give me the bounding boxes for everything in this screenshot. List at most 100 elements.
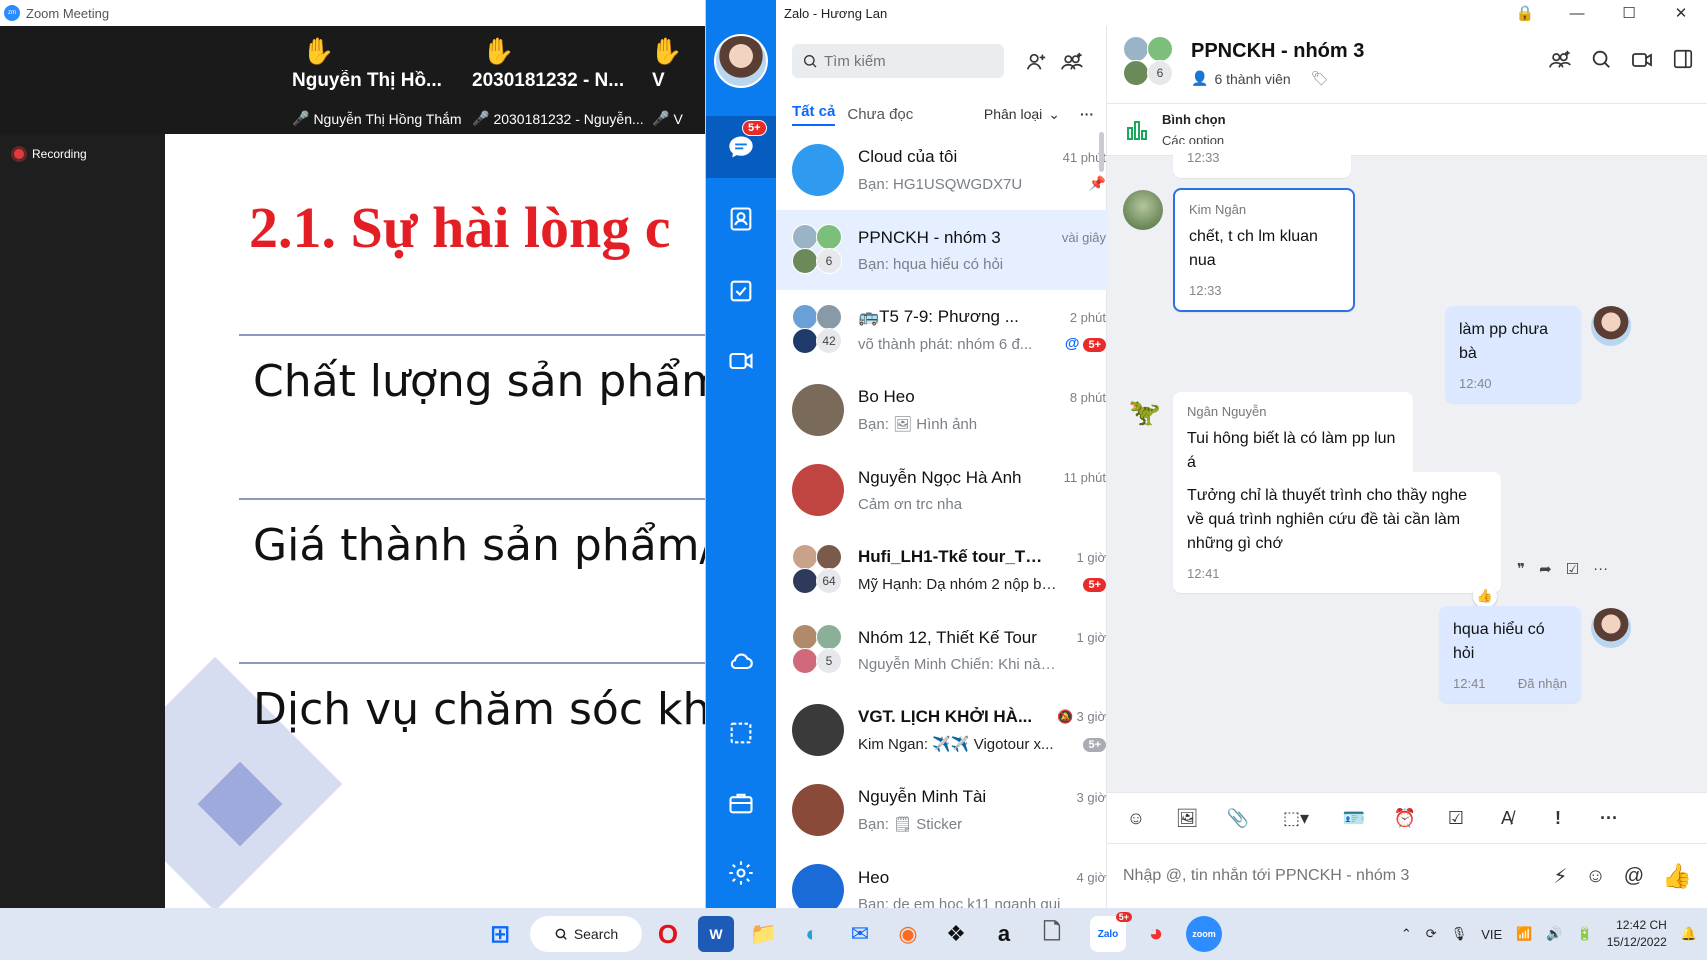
add-member-icon[interactable]: [1548, 48, 1572, 72]
search-box[interactable]: [792, 44, 1004, 78]
task-icon[interactable]: ☑: [1566, 560, 1579, 578]
clock[interactable]: 12:42 CH 15/12/2022: [1607, 917, 1667, 951]
close-button[interactable]: ✕: [1655, 0, 1707, 26]
nav-settings[interactable]: [706, 842, 776, 904]
notification-bell-icon[interactable]: 🔔: [1681, 926, 1697, 942]
chrome-icon[interactable]: ◕: [1138, 916, 1174, 952]
nav-contacts[interactable]: [706, 188, 776, 250]
sync-icon[interactable]: ⟳: [1426, 926, 1437, 942]
nav-video[interactable]: [706, 330, 776, 392]
nav-todo[interactable]: [706, 260, 776, 322]
tab-all[interactable]: Tất cả: [792, 103, 836, 126]
conversation-item[interactable]: Nguyễn Ngọc Hà Anh 11 phút Cảm ơn trc nh…: [776, 450, 1107, 530]
quote-icon[interactable]: ❞: [1517, 560, 1525, 578]
search-input[interactable]: [824, 52, 994, 70]
quick-message-icon[interactable]: ⚡: [1553, 864, 1567, 889]
dropbox-icon[interactable]: ❖: [938, 916, 974, 952]
recording-indicator[interactable]: Recording: [14, 147, 87, 161]
my-avatar[interactable]: [714, 34, 768, 88]
contact-card-icon[interactable]: 🪪: [1339, 803, 1369, 833]
conversation-item[interactable]: 42 🚌T5 7-9: Phương ... 2 phút võ thành p…: [776, 290, 1107, 370]
battery-icon[interactable]: 🔋: [1577, 926, 1593, 942]
format-text-icon[interactable]: A̸: [1492, 803, 1522, 833]
opera-icon[interactable]: O: [650, 916, 686, 952]
language-indicator[interactable]: VIE: [1481, 927, 1502, 942]
conversation-time: 3 giờ: [1076, 709, 1107, 724]
conversation-item[interactable]: 6 PPNCKH - nhóm 3 vài giây Bạn: hqua hiể…: [776, 210, 1107, 290]
document-icon[interactable]: 🗋: [1034, 916, 1070, 952]
message-bubble[interactable]: làm pp chưa bà 12:40: [1445, 306, 1581, 403]
amazon-icon[interactable]: a: [986, 916, 1022, 952]
forward-icon[interactable]: ➦: [1539, 560, 1552, 578]
more-icon[interactable]: ···: [1594, 803, 1624, 833]
edge-icon[interactable]: ◐: [794, 916, 830, 952]
conversation-name: Hufi_LH1-Tkế tour_Th...: [858, 547, 1043, 566]
thumbs-up-icon[interactable]: 👍: [1662, 862, 1692, 891]
more-icon[interactable]: ···: [1080, 106, 1094, 122]
group-avatar[interactable]: 6: [1123, 36, 1175, 88]
reaction-like-icon[interactable]: 👍: [1473, 584, 1497, 608]
conversation-item[interactable]: Bo Heo 8 phút Bạn: 🖼 Hình ảnh: [776, 370, 1107, 450]
tab-unread[interactable]: Chưa đọc: [847, 106, 913, 123]
minimize-button[interactable]: —: [1551, 0, 1603, 26]
zoom-taskbar-icon[interactable]: zoom: [1186, 916, 1222, 952]
screenshot-icon[interactable]: ⬚▾: [1274, 803, 1318, 833]
scrollbar[interactable]: [1099, 132, 1104, 172]
message-bubble[interactable]: hqua hiểu có hỏi 12:41 Đã nhận: [1439, 606, 1581, 703]
add-friend-button[interactable]: [1022, 48, 1050, 76]
message-bubble[interactable]: Tưởng chỉ là thuyết trình cho thầy nghe …: [1173, 472, 1501, 593]
task-icon[interactable]: ☑: [1441, 803, 1471, 833]
my-avatar[interactable]: [1591, 608, 1631, 648]
nav-toolbox[interactable]: [706, 772, 776, 834]
file-explorer-icon[interactable]: 📁: [746, 916, 782, 952]
member-info[interactable]: 👤 6 thành viên 🏷: [1191, 70, 1329, 87]
wifi-icon[interactable]: 📶: [1516, 926, 1532, 942]
chevron-up-icon[interactable]: ⌃: [1401, 926, 1412, 942]
word-icon[interactable]: W: [698, 916, 734, 952]
tag-icon[interactable]: 🏷: [1311, 70, 1329, 87]
sidebar-toggle-icon[interactable]: [1672, 48, 1694, 70]
search-icon[interactable]: [1590, 48, 1612, 70]
conversation-item[interactable]: Cloud của tôi 41 phút Bạn: HG1USQWGDX7U …: [776, 130, 1107, 210]
taskbar-search[interactable]: Search: [530, 916, 642, 952]
participant-tile[interactable]: ✋ V 🎤 V: [650, 26, 705, 134]
my-avatar[interactable]: [1591, 306, 1631, 346]
image-icon[interactable]: 🖼: [1172, 803, 1202, 833]
nav-cloud[interactable]: [706, 630, 776, 692]
conversation-item[interactable]: 5 Nhóm 12, Thiết Kế Tour 1 giờ Nguyễn Mi…: [776, 610, 1107, 690]
volume-icon[interactable]: 🔊: [1546, 926, 1562, 942]
zalo-taskbar-icon[interactable]: Zalo 5+: [1090, 912, 1132, 952]
attachment-icon[interactable]: 📎: [1223, 803, 1253, 833]
priority-icon[interactable]: !: [1543, 803, 1573, 833]
nav-screenshot[interactable]: [706, 702, 776, 764]
maximize-button[interactable]: ☐: [1603, 0, 1655, 26]
conversation-item[interactable]: 64 Hufi_LH1-Tkế tour_Th... 1 giờ Mỹ Hạnh…: [776, 530, 1107, 610]
video-icon: [729, 352, 753, 370]
compose-toolbar: ☺ 🖼 📎 ⬚▾ 🪪 ⏰ ☑ A̸ ! ···: [1107, 792, 1707, 844]
video-call-icon[interactable]: [1630, 48, 1654, 72]
conversation-time: 3 giờ: [1076, 789, 1107, 805]
message-input[interactable]: [1123, 867, 1473, 885]
create-group-button[interactable]: [1058, 48, 1086, 76]
conversation-item[interactable]: Nguyễn Minh Tài 3 giờ Bạn: 🗒 Sticker: [776, 770, 1107, 850]
member-avatar: [792, 648, 818, 674]
more-icon[interactable]: ···: [1593, 560, 1608, 578]
zoom-title: Zoom Meeting: [26, 5, 110, 21]
sticker-icon[interactable]: ☺: [1121, 803, 1151, 833]
lock-icon[interactable]: 🔒: [1499, 0, 1551, 26]
microphone-icon[interactable]: 🎙: [1451, 926, 1468, 942]
participant-tile[interactable]: ✋ Nguyễn Thị Hồ... 🎤 Nguyễn Thị Hồng Thắm: [290, 26, 468, 134]
sender-avatar[interactable]: [1123, 190, 1163, 230]
sender-avatar[interactable]: 🦖: [1125, 392, 1165, 432]
message-bubble[interactable]: Kim Ngân chết, t ch lm kluan nua 12:33: [1173, 188, 1355, 312]
message-bubble[interactable]: 12:33: [1173, 144, 1351, 178]
filter-dropdown[interactable]: Phân loại ⌄ ···: [984, 106, 1094, 123]
participant-tile[interactable]: ✋ 2030181232 - N... 🎤 2030181232 - Nguyễn…: [470, 26, 648, 134]
firefox-icon[interactable]: ◉: [890, 916, 926, 952]
start-button[interactable]: ⊞: [482, 916, 518, 952]
mail-icon[interactable]: ✉: [842, 916, 878, 952]
reminder-icon[interactable]: ⏰: [1390, 803, 1420, 833]
conversation-item[interactable]: VGT. LỊCH KHỞI HÀ... 🔕 3 giờ Kim Ngan: ✈️…: [776, 690, 1107, 770]
emoji-icon[interactable]: ☺: [1585, 865, 1605, 888]
mention-icon[interactable]: @: [1624, 865, 1644, 888]
